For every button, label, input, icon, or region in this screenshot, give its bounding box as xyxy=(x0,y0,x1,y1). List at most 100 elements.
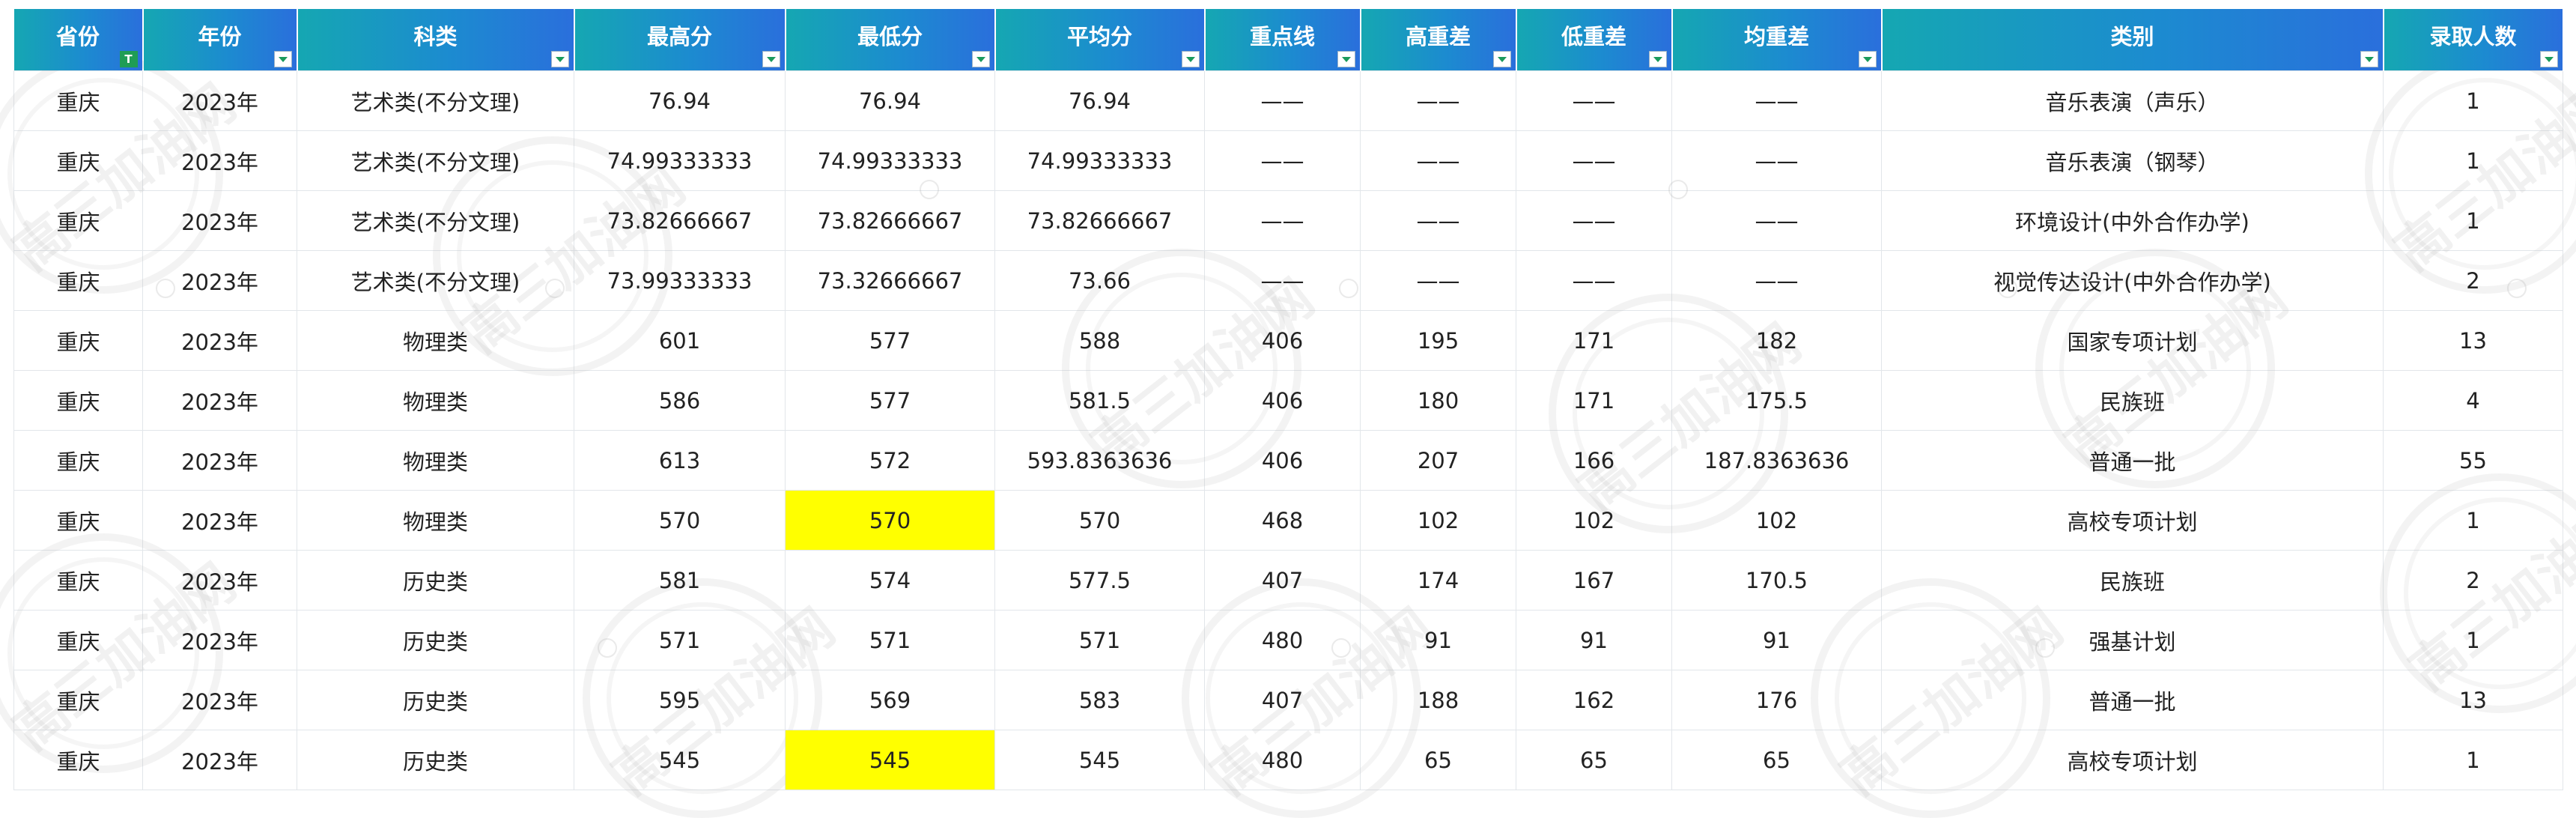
table-cell[interactable]: 570 xyxy=(785,490,995,551)
table-cell[interactable]: 73.82666667 xyxy=(785,190,995,251)
table-cell[interactable]: 历史类 xyxy=(297,670,574,730)
column-header-8[interactable]: 低重差 xyxy=(1516,9,1673,71)
table-cell[interactable]: 13 xyxy=(2383,670,2563,730)
table-cell[interactable]: 高校专项计划 xyxy=(1881,490,2384,551)
table-cell[interactable]: 高校专项计划 xyxy=(1881,730,2384,790)
table-cell[interactable]: 601 xyxy=(574,310,786,371)
table-cell[interactable]: 65 xyxy=(1360,730,1516,790)
table-cell[interactable]: 重庆 xyxy=(13,610,143,670)
table-cell[interactable]: 1 xyxy=(2383,490,2563,551)
table-cell[interactable]: 574 xyxy=(785,550,995,611)
table-cell[interactable]: 2023年 xyxy=(142,730,297,790)
table-cell[interactable]: —— xyxy=(1360,190,1516,251)
filter-dropdown-icon[interactable] xyxy=(1492,51,1511,67)
column-header-3[interactable]: 最高分 xyxy=(574,9,786,71)
table-cell[interactable]: —— xyxy=(1204,250,1361,311)
table-cell[interactable]: 480 xyxy=(1204,730,1361,790)
column-header-9[interactable]: 均重差 xyxy=(1671,9,1883,71)
table-cell[interactable]: 545 xyxy=(785,730,995,790)
table-cell[interactable]: 65 xyxy=(1516,730,1672,790)
table-cell[interactable]: —— xyxy=(1671,190,1882,251)
table-cell[interactable]: 2 xyxy=(2383,550,2563,611)
table-cell[interactable]: —— xyxy=(1204,130,1361,191)
table-cell[interactable]: 569 xyxy=(785,670,995,730)
table-cell[interactable]: 73.82666667 xyxy=(994,190,1205,251)
table-cell[interactable]: 406 xyxy=(1204,370,1361,431)
table-cell[interactable]: 577.5 xyxy=(994,550,1205,611)
filter-dropdown-icon[interactable] xyxy=(1337,51,1355,67)
column-header-4[interactable]: 最低分 xyxy=(785,9,996,71)
table-cell[interactable]: 13 xyxy=(2383,310,2563,371)
table-cell[interactable]: 162 xyxy=(1516,670,1672,730)
table-cell[interactable]: 物理类 xyxy=(297,310,574,371)
column-header-2[interactable]: 科类 xyxy=(297,9,575,71)
filter-active-icon[interactable]: T xyxy=(119,51,138,67)
table-cell[interactable]: 74.99333333 xyxy=(994,130,1205,191)
table-cell[interactable]: 187.8363636 xyxy=(1671,430,1882,491)
column-header-6[interactable]: 重点线 xyxy=(1204,9,1361,71)
table-cell[interactable]: 艺术类(不分文理) xyxy=(297,190,574,251)
table-cell[interactable]: 171 xyxy=(1516,370,1672,431)
table-cell[interactable]: —— xyxy=(1671,250,1882,311)
table-cell[interactable]: 572 xyxy=(785,430,995,491)
table-cell[interactable]: 570 xyxy=(994,490,1205,551)
table-cell[interactable]: —— xyxy=(1360,130,1516,191)
table-cell[interactable]: 重庆 xyxy=(13,250,143,311)
table-cell[interactable]: 环境设计(中外合作办学) xyxy=(1881,190,2384,251)
table-cell[interactable]: 普通一批 xyxy=(1881,430,2384,491)
table-cell[interactable]: 76.94 xyxy=(994,70,1205,131)
table-cell[interactable]: 588 xyxy=(994,310,1205,371)
table-cell[interactable]: 74.99333333 xyxy=(785,130,995,191)
table-cell[interactable]: 170.5 xyxy=(1671,550,1882,611)
table-cell[interactable]: 民族班 xyxy=(1881,550,2384,611)
table-cell[interactable]: 2023年 xyxy=(142,670,297,730)
column-header-7[interactable]: 高重差 xyxy=(1360,9,1517,71)
table-cell[interactable]: 406 xyxy=(1204,430,1361,491)
table-cell[interactable]: 180 xyxy=(1360,370,1516,431)
table-cell[interactable]: 强基计划 xyxy=(1881,610,2384,670)
table-cell[interactable]: 历史类 xyxy=(297,550,574,611)
table-cell[interactable]: 2023年 xyxy=(142,70,297,131)
filter-dropdown-icon[interactable] xyxy=(1858,51,1877,67)
table-cell[interactable]: 586 xyxy=(574,370,786,431)
table-cell[interactable]: 艺术类(不分文理) xyxy=(297,130,574,191)
table-cell[interactable]: 76.94 xyxy=(785,70,995,131)
table-cell[interactable]: 570 xyxy=(574,490,786,551)
table-cell[interactable]: 175.5 xyxy=(1671,370,1882,431)
table-cell[interactable]: 176 xyxy=(1671,670,1882,730)
table-cell[interactable]: —— xyxy=(1204,70,1361,131)
column-header-11[interactable]: 录取人数 xyxy=(2383,9,2564,71)
table-cell[interactable]: 视觉传达设计(中外合作办学) xyxy=(1881,250,2384,311)
table-cell[interactable]: 74.99333333 xyxy=(574,130,786,191)
table-cell[interactable]: 65 xyxy=(1671,730,1882,790)
table-cell[interactable]: 583 xyxy=(994,670,1205,730)
filter-dropdown-icon[interactable] xyxy=(1181,51,1200,67)
filter-dropdown-icon[interactable] xyxy=(971,51,990,67)
table-cell[interactable]: 73.66 xyxy=(994,250,1205,311)
table-cell[interactable]: 545 xyxy=(994,730,1205,790)
table-cell[interactable]: —— xyxy=(1516,130,1672,191)
table-cell[interactable]: 581 xyxy=(574,550,786,611)
table-cell[interactable]: 物理类 xyxy=(297,370,574,431)
table-cell[interactable]: —— xyxy=(1516,190,1672,251)
table-cell[interactable]: 物理类 xyxy=(297,490,574,551)
table-cell[interactable]: 613 xyxy=(574,430,786,491)
table-cell[interactable]: 1 xyxy=(2383,70,2563,131)
table-cell[interactable]: 艺术类(不分文理) xyxy=(297,70,574,131)
column-header-1[interactable]: 年份 xyxy=(142,9,298,71)
table-cell[interactable]: 182 xyxy=(1671,310,1882,371)
table-cell[interactable]: 581.5 xyxy=(994,370,1205,431)
table-cell[interactable]: 音乐表演（钢琴） xyxy=(1881,130,2384,191)
filter-dropdown-icon[interactable] xyxy=(1648,51,1667,67)
table-cell[interactable]: 2023年 xyxy=(142,370,297,431)
table-cell[interactable]: —— xyxy=(1360,250,1516,311)
table-cell[interactable]: 55 xyxy=(2383,430,2563,491)
table-cell[interactable]: 2023年 xyxy=(142,190,297,251)
table-cell[interactable]: 重庆 xyxy=(13,130,143,191)
table-cell[interactable]: 167 xyxy=(1516,550,1672,611)
table-cell[interactable]: 艺术类(不分文理) xyxy=(297,250,574,311)
column-header-5[interactable]: 平均分 xyxy=(994,9,1206,71)
table-cell[interactable]: 593.8363636 xyxy=(994,430,1205,491)
table-cell[interactable]: 73.82666667 xyxy=(574,190,786,251)
table-cell[interactable]: 571 xyxy=(785,610,995,670)
